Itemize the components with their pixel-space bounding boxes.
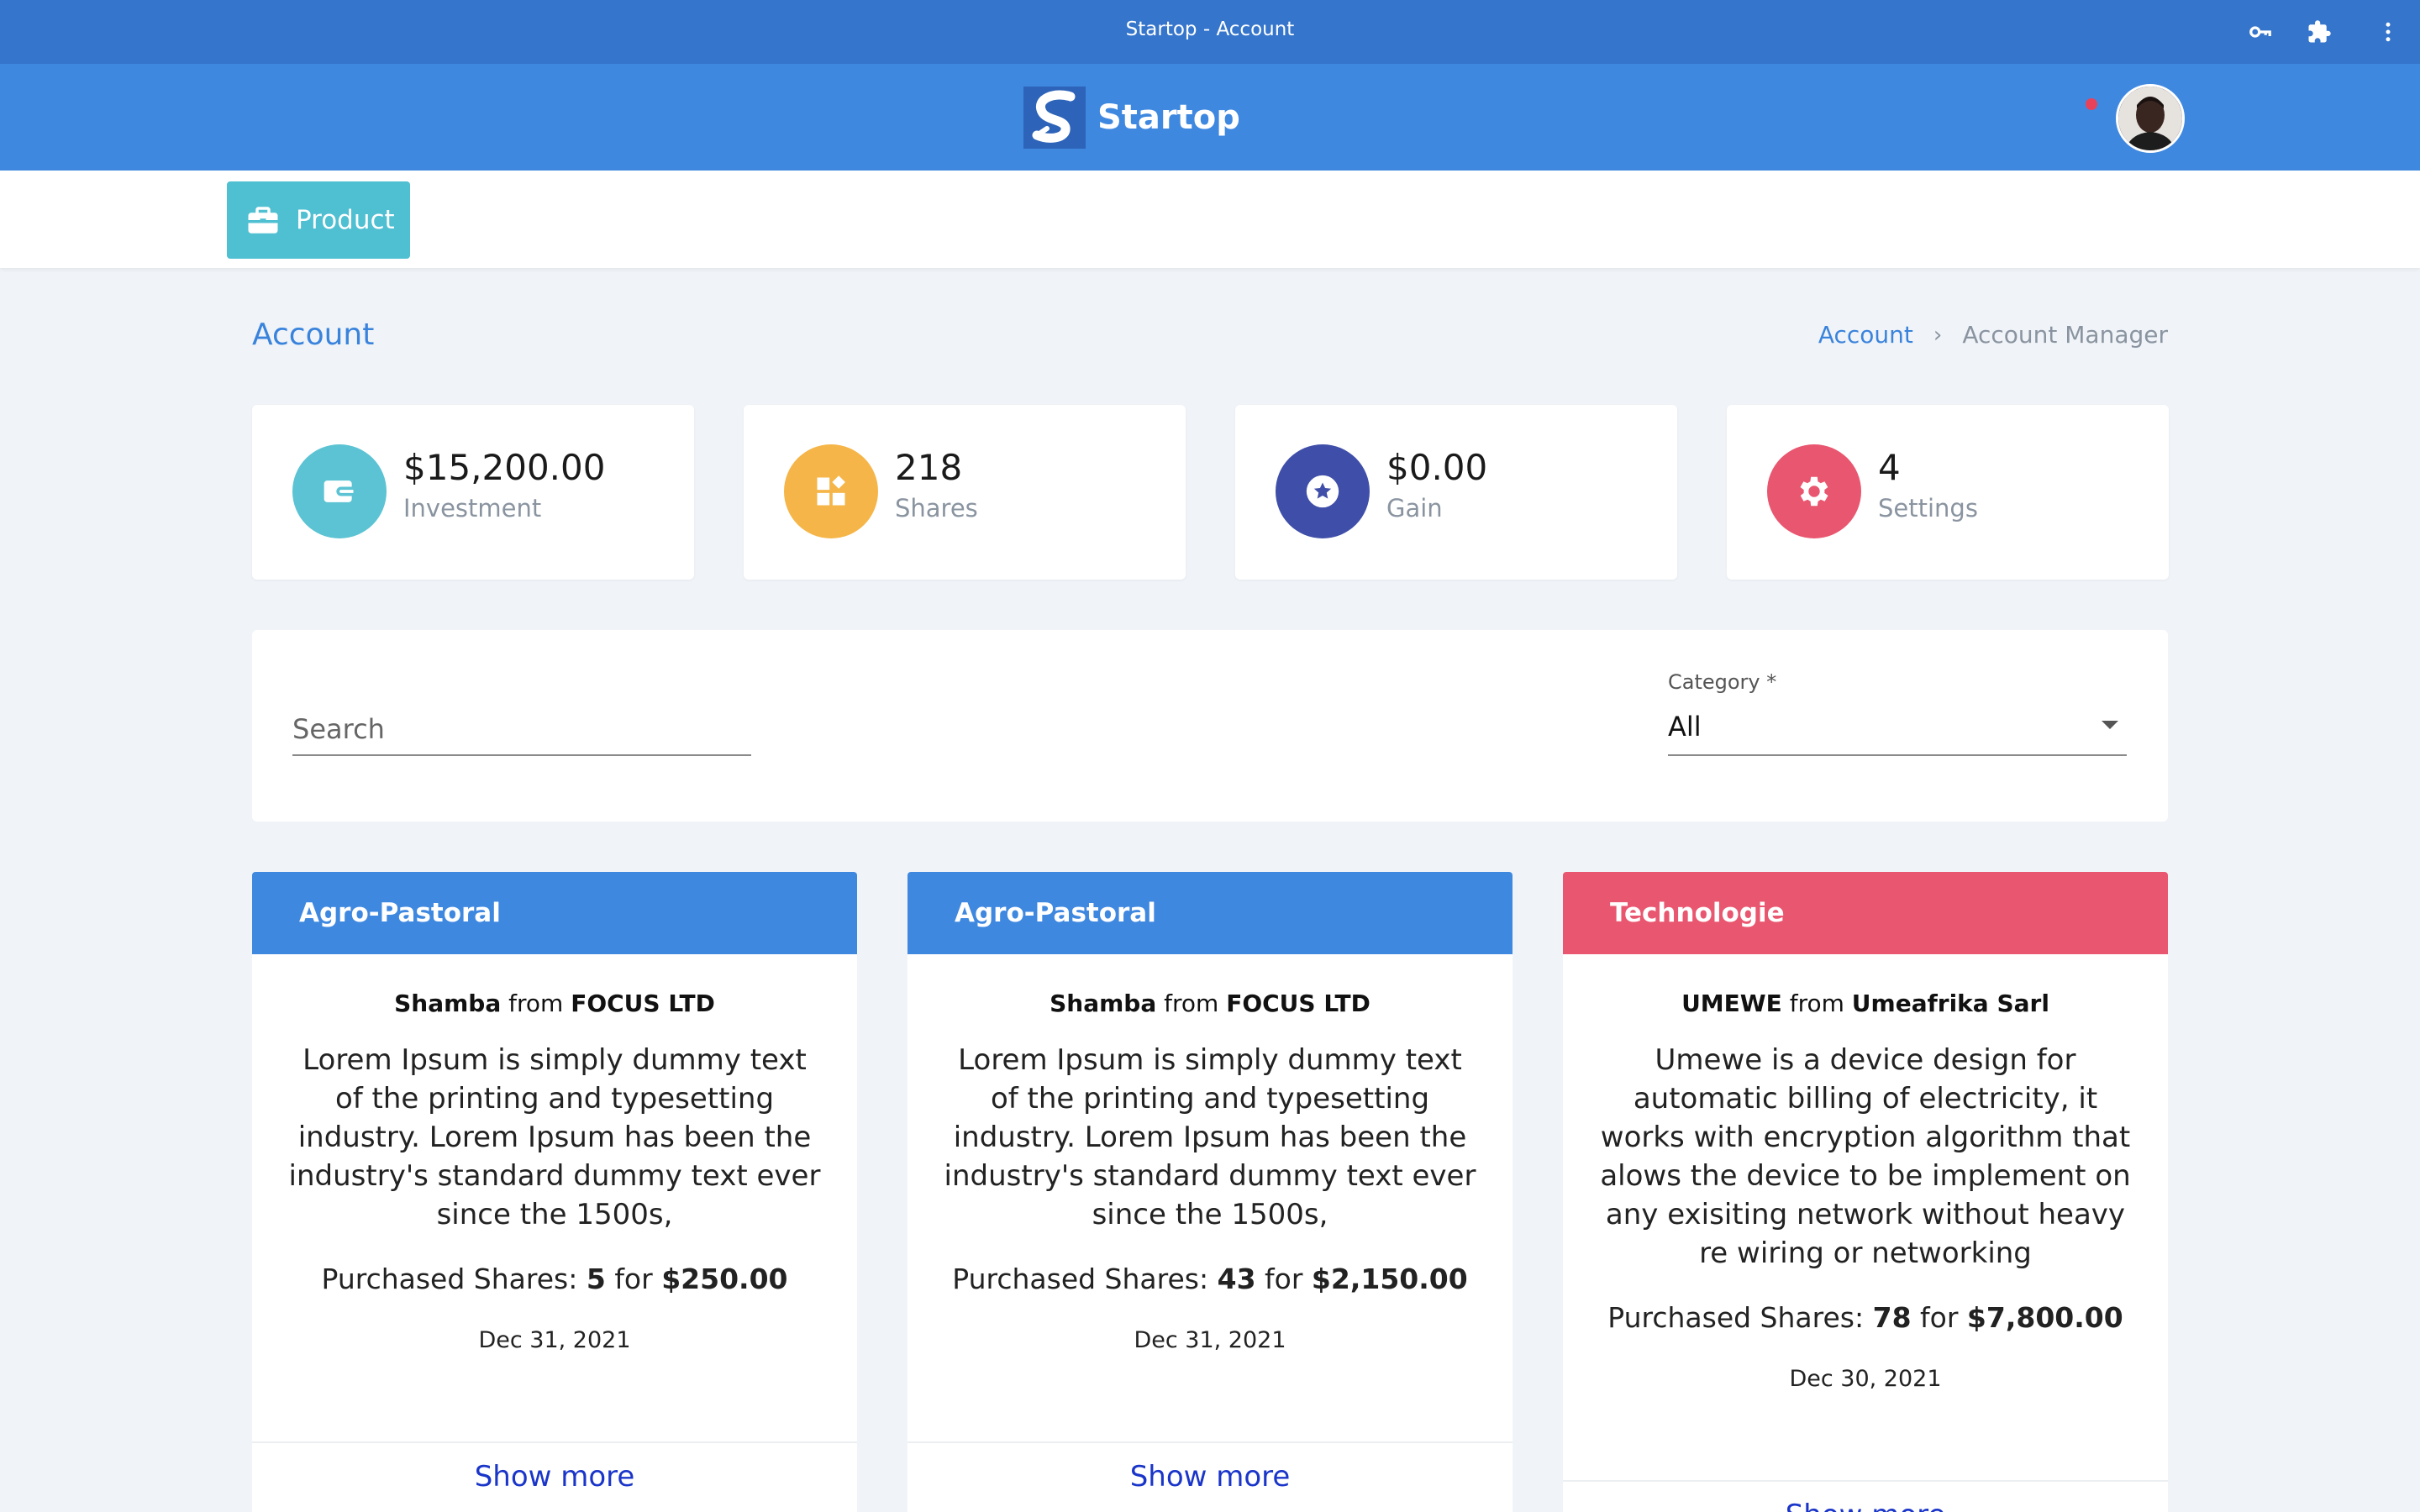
category-label: Category *	[1668, 670, 1777, 694]
card-date: Dec 31, 2021	[478, 1327, 631, 1353]
app-header: Startop	[0, 64, 2420, 171]
stat-label: Gain	[1386, 494, 1443, 522]
stat-value: $0.00	[1386, 447, 1488, 488]
filter-panel: Category * All	[252, 630, 2168, 822]
extension-icon[interactable]	[2302, 15, 2336, 49]
star-icon	[1276, 444, 1370, 538]
show-more-link[interactable]: Show more	[252, 1441, 857, 1512]
stat-card-investment: $15,200.00 Investment	[252, 405, 694, 580]
window-title-bar: Startop - Account	[0, 0, 2420, 64]
card-owner: Shamba from FOCUS LTD	[1050, 990, 1370, 1017]
product-card: Agro-Pastoral Shamba from FOCUS LTD Lore…	[908, 872, 1512, 1512]
card-description: Lorem Ipsum is simply dummy text of the …	[288, 1043, 821, 1231]
card-date: Dec 31, 2021	[1134, 1327, 1286, 1353]
card-shares: Purchased Shares: 43 for $2,150.00	[952, 1263, 1468, 1295]
product-card: Technologie UMEWE from Umeafrika Sarl Um…	[1563, 872, 2168, 1512]
show-more-link[interactable]: Show more	[1563, 1480, 2168, 1512]
stat-label: Shares	[895, 494, 978, 522]
stat-value: 218	[895, 447, 963, 488]
widgets-icon	[784, 444, 878, 538]
product-button[interactable]: Product	[227, 181, 410, 259]
card-category: Agro-Pastoral	[908, 872, 1512, 954]
breadcrumb: Account › Account Manager	[1818, 321, 2168, 349]
product-button-label: Product	[296, 205, 395, 235]
briefcase-icon	[248, 207, 278, 234]
stat-label: Investment	[403, 494, 542, 522]
brand-name: Startop	[1097, 98, 1240, 137]
wallet-icon	[292, 444, 387, 538]
key-icon[interactable]	[2244, 15, 2277, 49]
window-title: Startop - Account	[1125, 18, 1295, 40]
notification-dot	[2086, 98, 2097, 110]
card-description: Lorem Ipsum is simply dummy text of the …	[944, 1043, 1476, 1231]
card-shares: Purchased Shares: 5 for $250.00	[321, 1263, 788, 1295]
brand-logo-icon	[1023, 87, 1086, 149]
card-category: Agro-Pastoral	[252, 872, 857, 954]
breadcrumb-current: Account Manager	[1962, 321, 2168, 349]
search-input[interactable]	[292, 704, 751, 756]
stat-card-shares: 218 Shares	[744, 405, 1186, 580]
stat-value: 4	[1878, 447, 1901, 488]
breadcrumb-account-link[interactable]: Account	[1818, 321, 1913, 349]
category-select[interactable]: All	[1668, 702, 2127, 756]
product-toolbar: Product	[0, 171, 2420, 268]
stat-card-settings: 4 Settings	[1727, 405, 2169, 580]
card-category: Technologie	[1563, 872, 2168, 954]
gear-icon	[1767, 444, 1861, 538]
stat-label: Settings	[1878, 494, 1978, 522]
more-vert-icon[interactable]	[2371, 15, 2405, 49]
stat-card-gain: $0.00 Gain	[1235, 405, 1677, 580]
card-owner: Shamba from FOCUS LTD	[394, 990, 715, 1017]
brand[interactable]: Startop	[1023, 87, 1240, 149]
card-description: Umewe is a device design for automatic b…	[1600, 1043, 2131, 1270]
card-shares: Purchased Shares: 78 for $7,800.00	[1607, 1301, 2123, 1334]
category-value: All	[1668, 711, 1702, 743]
chevron-right-icon: ›	[1933, 322, 1943, 348]
page-title: Account	[252, 318, 375, 352]
show-more-link[interactable]: Show more	[908, 1441, 1512, 1512]
stat-value: $15,200.00	[403, 447, 606, 488]
card-owner: UMEWE from Umeafrika Sarl	[1681, 990, 2049, 1017]
card-date: Dec 30, 2021	[1789, 1366, 1942, 1392]
dropdown-arrow-icon	[2102, 721, 2118, 729]
avatar[interactable]	[2116, 84, 2185, 153]
product-card: Agro-Pastoral Shamba from FOCUS LTD Lore…	[252, 872, 857, 1512]
